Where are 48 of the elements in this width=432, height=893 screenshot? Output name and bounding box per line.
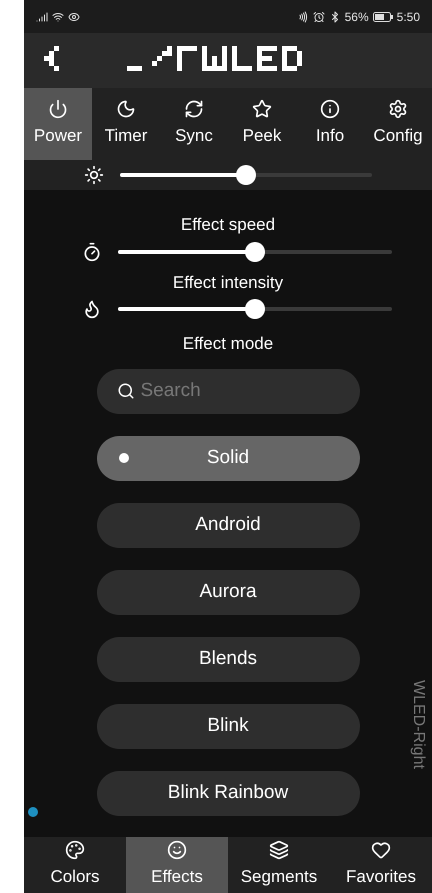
- sync-icon: [184, 99, 204, 120]
- search-field[interactable]: Search: [96, 368, 360, 414]
- smiley-icon: [167, 840, 187, 860]
- top-tab[interactable]: Power: [24, 88, 92, 160]
- battery-icon: [372, 12, 393, 22]
- alarm-icon: [312, 10, 325, 22]
- slider-thumb[interactable]: [245, 299, 265, 319]
- intensity-slider[interactable]: [118, 299, 392, 319]
- bottom-tab[interactable]: Colors: [24, 837, 126, 893]
- bottom-tab[interactable]: Segments: [228, 837, 330, 893]
- bottom-tab[interactable]: Favorites: [330, 837, 432, 893]
- slider-label: Effect speed: [180, 214, 276, 236]
- bottom-tab[interactable]: Effects: [126, 837, 228, 893]
- effect-item[interactable]: Android: [96, 502, 360, 548]
- effect-item[interactable]: Aurora: [96, 570, 360, 614]
- battery-percent: 56%: [344, 8, 369, 26]
- effect-item[interactable]: Solid: [96, 436, 360, 480]
- device-name: WLED-Right: [409, 680, 428, 769]
- layers-icon: [269, 840, 289, 860]
- eye-icon: [68, 10, 80, 22]
- effect-item[interactable]: Blink Rainbow: [96, 770, 360, 816]
- signal-icon: [36, 10, 48, 22]
- moon-icon: [116, 99, 136, 120]
- slider-thumb[interactable]: [245, 242, 265, 262]
- section-label: Effect mode: [182, 333, 274, 355]
- nfc-icon: [296, 10, 309, 22]
- power-icon: [48, 99, 68, 120]
- slider-thumb[interactable]: [236, 165, 256, 185]
- stopwatch-icon: [82, 242, 102, 262]
- star-icon: [252, 99, 272, 120]
- search-icon: [116, 382, 134, 400]
- top-tab[interactable]: Sync: [160, 88, 228, 160]
- effect-item[interactable]: Blink: [96, 704, 360, 748]
- palette-icon: [65, 840, 85, 860]
- heart-icon: [371, 840, 391, 860]
- speed-slider[interactable]: [118, 242, 392, 262]
- top-tab[interactable]: Config: [364, 88, 432, 160]
- brightness-slider[interactable]: [120, 165, 372, 185]
- top-tab[interactable]: Timer: [92, 88, 160, 160]
- top-tab[interactable]: Info: [296, 88, 364, 160]
- wifi-icon: [52, 10, 64, 22]
- effect-item[interactable]: Blends: [96, 636, 360, 682]
- settings-icon: [388, 99, 408, 120]
- slider-label: Effect intensity: [172, 272, 284, 294]
- brightness-icon: [84, 165, 104, 185]
- top-tab[interactable]: Peek: [228, 88, 296, 160]
- status-time: 5:50: [396, 8, 420, 26]
- info-icon: [320, 99, 340, 120]
